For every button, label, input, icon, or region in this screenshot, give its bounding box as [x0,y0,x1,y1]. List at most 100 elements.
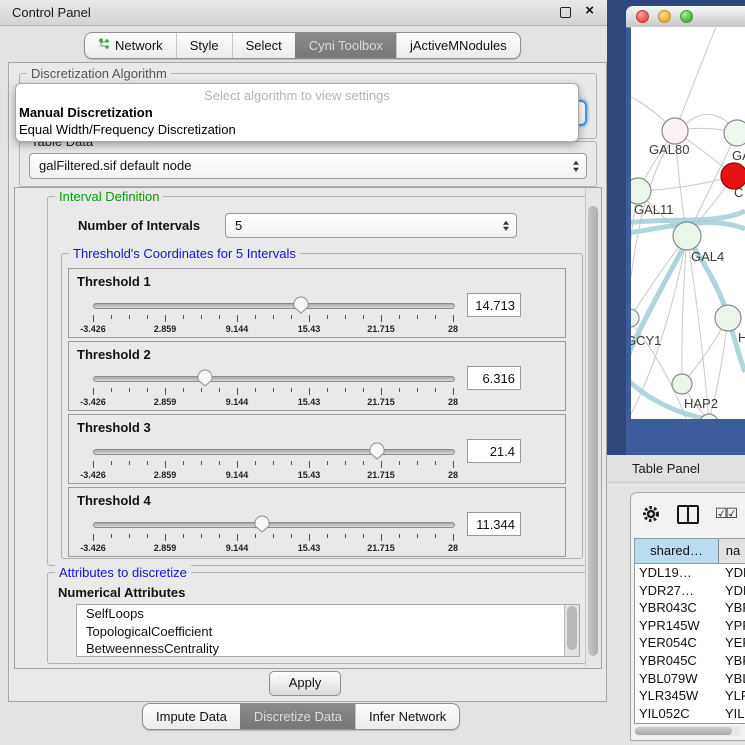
table-row[interactable]: YPR145WYPR1 [635,617,745,635]
cell-shared-name[interactable]: YPR145W [635,617,719,635]
cell-shared-name[interactable]: YBR043C [635,599,719,617]
slider-thumb[interactable] [369,442,385,463]
network-canvas[interactable]: GAL80GACGAL11GAL4GCY1HHAP2 [631,27,745,419]
threshold-1-value-field[interactable]: 14.713 [467,293,521,317]
table-rows: YDL19…YDL1YDR27…YDR2YBR043CYBR0YPR145WYP… [635,564,745,722]
threshold-4-value-field[interactable]: 11.344 [467,512,521,536]
column-header-name[interactable]: na [719,539,745,563]
tab-jactivemnodules[interactable]: jActiveMNodules [396,33,520,58]
attribute-item-betweennesscentrality[interactable]: BetweennessCentrality [77,640,579,657]
table-row[interactable]: YBL079WYBL0 [635,670,745,688]
window-close-icon[interactable] [636,10,649,23]
slider-thumb[interactable] [254,515,270,536]
table-data-group: Table Data galFiltered.sif default node [19,141,597,187]
threshold-3-slider[interactable]: -3.4262.8599.14415.4321.71528 [93,441,453,481]
threshold-1-slider[interactable]: -3.4262.8599.14415.4321.71528 [93,295,453,335]
threshold-4-slider[interactable]: -3.4262.8599.14415.4321.71528 [93,514,453,554]
tab-discretize-data[interactable]: Discretize Data [240,704,355,729]
combo-stepper-icon [503,220,509,231]
panel-scrollbar-thumb[interactable] [588,206,598,656]
number-of-intervals-select[interactable]: 5 [225,213,517,238]
network-node-gal11[interactable] [631,178,651,204]
table-data-select[interactable]: galFiltered.sif default node [29,153,587,179]
tab-label: Cyni Toolbox [309,38,383,53]
table-row[interactable]: YDR27…YDR2 [635,582,745,600]
screen: Control Panel × NetworkStyleSelectCyni T… [0,0,745,745]
network-node-hap2[interactable] [672,374,692,394]
cell-shared-name[interactable]: YBR045C [635,652,719,670]
tab-label: Infer Network [369,709,446,724]
threshold-2-slider[interactable]: -3.4262.8599.14415.4321.71528 [93,368,453,408]
table-row[interactable]: YBR043CYBR0 [635,599,745,617]
cell-name[interactable]: YBR0 [719,652,745,670]
dropdown-option-equal-width-frequency[interactable]: Equal Width/Frequency Discretization [16,121,578,138]
table-row[interactable]: YBR045CYBR0 [635,652,745,670]
dropdown-prompt: Select algorithm to view settings [16,87,578,104]
network-edge [638,176,734,191]
float-window-icon[interactable] [560,7,571,18]
numerical-attributes-list[interactable]: SelfLoopsTopologicalCoefficientBetweenne… [76,604,580,657]
table-panel-titlebar: Table Panel [607,455,745,483]
cell-name[interactable]: YPR1 [719,617,745,635]
cell-name[interactable]: YDL1 [719,564,745,582]
cell-shared-name[interactable]: YER054C [635,634,719,652]
cell-shared-name[interactable]: YLR345W [635,687,719,705]
threshold-3-value-field[interactable]: 21.4 [467,439,521,463]
slider-track[interactable] [93,522,455,528]
threshold-4-label: Threshold 4 [77,493,151,508]
slider-track[interactable] [93,376,455,382]
slider-thumb[interactable] [197,369,213,390]
column-header-shared-name[interactable]: shared… [635,539,719,563]
attribute-item-topologicalcoefficient[interactable]: TopologicalCoefficient [77,623,579,641]
slider-thumb[interactable] [293,296,309,317]
tab-network[interactable]: Network [85,33,176,58]
network-view-window: GAL80GACGAL11GAL4GCY1HHAP2 [607,0,745,455]
cell-name[interactable]: YLR3 [719,687,745,705]
attribute-item-selfloops[interactable]: SelfLoops [77,605,579,623]
cell-name[interactable]: YER0 [719,634,745,652]
cell-shared-name[interactable]: YDL19… [635,564,719,582]
cell-name[interactable]: YBR0 [719,599,745,617]
close-icon[interactable]: × [585,2,594,19]
apply-button[interactable]: Apply [269,671,341,696]
network-node-gal80[interactable] [662,118,688,144]
table-row[interactable]: YER054CYER0 [635,634,745,652]
cell-name[interactable]: YIL0 [719,705,745,723]
dropdown-option-manual-discretization[interactable]: Manual Discretization [16,104,578,121]
table-hscrollbar-thumb[interactable] [635,727,732,735]
network-node-h[interactable] [715,305,741,331]
control-panel-window: Control Panel × NetworkStyleSelectCyni T… [0,0,607,745]
table-horizontal-scrollbar[interactable] [634,726,741,736]
checkbox-checked-icons[interactable]: ☑☑ [715,505,736,522]
tab-impute-data[interactable]: Impute Data [143,704,240,729]
network-node-ga[interactable] [724,120,745,146]
attributes-list-scrollbar[interactable] [564,605,579,656]
table-panel: Table Panel ☑☑ shared… na Y [607,455,745,745]
gear-icon[interactable] [641,504,661,527]
network-node[interactable] [700,414,718,419]
window-minimize-icon[interactable] [658,10,671,23]
network-node-gcy1[interactable] [631,309,639,327]
panel-vertical-scrollbar[interactable] [585,188,601,666]
cell-shared-name[interactable]: YBL079W [635,670,719,688]
attributes-scrollbar-thumb[interactable] [567,606,577,650]
slider-track[interactable] [93,303,455,309]
split-columns-icon[interactable] [677,505,699,524]
tab-cyni-toolbox[interactable]: Cyni Toolbox [295,33,396,58]
cell-shared-name[interactable]: YIL052C [635,705,719,723]
node-label-gal11: GAL11 [634,202,674,217]
slider-track[interactable] [93,449,455,455]
cell-name[interactable]: YDR2 [719,582,745,600]
threshold-2-value-field[interactable]: 6.316 [467,366,521,390]
tab-style[interactable]: Style [176,33,232,58]
tab-select[interactable]: Select [232,33,295,58]
table-row[interactable]: YIL052CYIL0 [635,705,745,723]
network-node-gal4[interactable] [673,222,701,250]
window-zoom-icon[interactable] [680,10,693,23]
table-row[interactable]: YDL19…YDL1 [635,564,745,582]
table-row[interactable]: YLR345WYLR3 [635,687,745,705]
network-graph: GAL80GACGAL11GAL4GCY1HHAP2 [631,27,745,419]
cell-shared-name[interactable]: YDR27… [635,582,719,600]
cell-name[interactable]: YBL0 [719,670,745,688]
tab-infer-network[interactable]: Infer Network [355,704,459,729]
